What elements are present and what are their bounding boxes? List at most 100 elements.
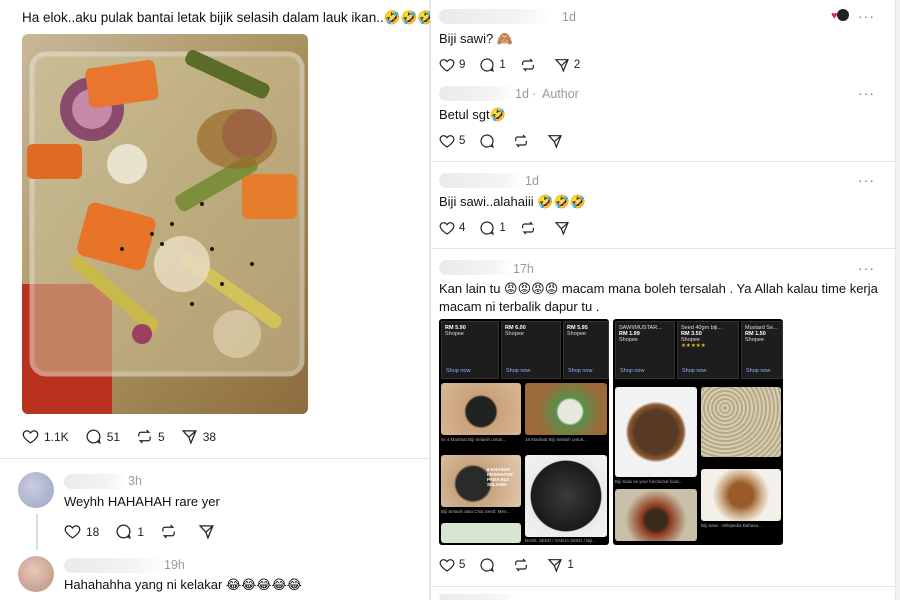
comment-text-line1: Kan lain tu 😡😡😡😡 macam mana boleh tersal…	[439, 281, 878, 296]
reply-button[interactable]: 1	[479, 220, 506, 236]
product-tile: RM 6.00 Shopee Shop now	[501, 321, 561, 379]
send-icon	[181, 430, 197, 445]
more-options-icon[interactable]: ···	[858, 8, 875, 24]
send-icon	[548, 559, 563, 573]
comment-icon	[480, 134, 495, 149]
author-avatar[interactable]	[837, 9, 849, 21]
right-comments-column: 1d ♥ ··· Biji sawi? 🙈 9 1 2 1d · Author …	[430, 0, 897, 600]
seed-photo	[441, 523, 521, 543]
product-tile: RM 5.95 Shopee Shop now	[563, 321, 609, 379]
divider	[0, 458, 430, 459]
send-icon	[554, 59, 569, 73]
reply-button[interactable]: 1	[479, 57, 506, 73]
mustard-seed-photo	[615, 387, 697, 477]
comment-icon	[480, 221, 495, 236]
post-text: Ha elok..aku pulak bantai letak bijik se…	[22, 10, 435, 25]
like-count: 5	[459, 559, 466, 571]
send-icon	[198, 525, 214, 540]
reply-button[interactable]	[479, 133, 499, 149]
username-blurred[interactable]	[439, 260, 513, 275]
reply-count: 1	[499, 59, 506, 71]
attached-screenshot-selasih[interactable]: RM 5.90 Shopee Shop now RM 6.00 Shopee S…	[439, 319, 609, 545]
share-button[interactable]: 1	[547, 557, 574, 573]
comment-icon	[86, 429, 101, 444]
product-tile: SAWI/MUSTAR... RM 1.99 Shopee Shop now	[615, 321, 675, 379]
username-blurred[interactable]	[64, 474, 128, 489]
like-button[interactable]: 1.1K	[22, 428, 69, 445]
like-button[interactable]: 5	[439, 133, 465, 149]
product-tile: Mustard Se... RM 1.50 Shopee Shop now	[741, 321, 783, 379]
more-options-icon[interactable]: ···	[858, 260, 875, 276]
share-count: 1	[567, 559, 574, 571]
like-count: 18	[86, 524, 100, 539]
author-tag: Author	[542, 87, 579, 101]
reply-actions: 18 1	[64, 523, 236, 540]
share-button[interactable]	[547, 133, 567, 149]
seed-photo	[525, 455, 607, 537]
heart-icon	[439, 59, 455, 72]
heart-icon	[439, 559, 455, 572]
comment-time: 1d	[515, 87, 529, 101]
like-button[interactable]: 4	[439, 220, 465, 236]
reply-time: 19h	[164, 558, 185, 572]
share-button[interactable]: 2	[554, 57, 580, 73]
comment-actions: 4 1	[439, 220, 588, 236]
more-options-icon[interactable]: ···	[858, 85, 875, 101]
seed-photo	[441, 383, 521, 435]
heart-icon	[64, 525, 81, 539]
repost-icon	[138, 429, 151, 444]
repost-icon	[521, 221, 534, 235]
share-button[interactable]	[554, 220, 574, 236]
repost-button[interactable]	[513, 557, 533, 573]
more-options-icon[interactable]: ···	[858, 172, 875, 188]
like-count: 1.1K	[44, 429, 69, 444]
repost-icon	[515, 134, 528, 148]
send-icon	[548, 135, 563, 149]
username-blurred[interactable]	[439, 173, 525, 188]
post-image-fish-curry[interactable]	[22, 34, 308, 414]
repost-icon	[521, 58, 534, 72]
share-button[interactable]: 38	[181, 428, 216, 445]
attached-screenshot-sawi[interactable]: SAWI/MUSTAR... RM 1.99 Shopee Shop now S…	[613, 319, 783, 545]
like-button[interactable]: 5	[439, 557, 465, 573]
reply-count: 51	[106, 429, 121, 444]
reply-button[interactable]: 1	[115, 523, 144, 540]
comment-text: Betul sgt🤣	[439, 107, 506, 122]
like-button[interactable]: 9	[439, 57, 465, 73]
avatar[interactable]	[18, 472, 54, 508]
mustard-seed-photo	[701, 387, 781, 457]
username-blurred[interactable]	[439, 594, 519, 600]
post-actions: 1.1K 51 5 38	[22, 428, 232, 445]
product-tile: Seed 40gm biji... RM 3.50 Shopee ★★★★★ S…	[677, 321, 739, 379]
share-button[interactable]	[198, 523, 220, 540]
like-count: 5	[459, 135, 466, 147]
comment-text-line2: macam ni terbalik dapur tu .	[439, 299, 600, 314]
mustard-seed-photo	[615, 489, 697, 541]
avatar[interactable]	[18, 556, 54, 592]
left-thread-column: Ha elok..aku pulak bantai letak bijik se…	[0, 0, 434, 600]
heart-icon	[439, 135, 455, 148]
like-button[interactable]: 18	[64, 523, 99, 540]
thread-line	[36, 514, 38, 550]
username-blurred[interactable]	[439, 9, 554, 24]
divider	[431, 248, 897, 249]
repost-button[interactable]	[160, 523, 182, 540]
repost-button[interactable]	[520, 220, 540, 236]
username-blurred[interactable]	[64, 558, 164, 573]
repost-button[interactable]	[513, 133, 533, 149]
comment-time: 1d	[525, 174, 539, 188]
comment-actions: 5	[439, 133, 581, 149]
comment-actions: 9 1 2	[439, 57, 594, 73]
repost-icon	[162, 524, 175, 539]
reply-button[interactable]: 51	[85, 428, 120, 445]
divider	[431, 161, 897, 162]
comment-actions: 5 1	[439, 557, 588, 573]
username-blurred[interactable]	[439, 86, 515, 101]
repost-icon	[515, 558, 528, 572]
reply-button[interactable]	[479, 557, 499, 573]
repost-button[interactable]	[520, 57, 540, 73]
like-count: 9	[459, 59, 466, 71]
comment-text: Biji sawi? 🙈	[439, 31, 513, 46]
repost-button[interactable]: 5	[136, 428, 165, 445]
share-count: 2	[573, 59, 581, 71]
